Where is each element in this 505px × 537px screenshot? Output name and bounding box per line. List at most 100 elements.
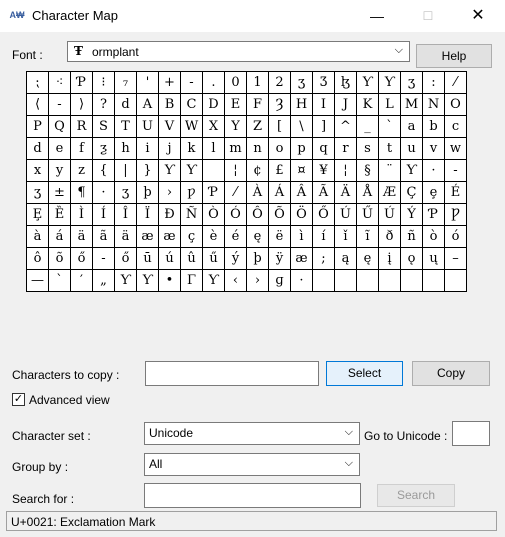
character-cell[interactable]: H — [291, 94, 313, 116]
character-cell[interactable] — [335, 270, 357, 292]
character-cell[interactable]: ⁄ — [445, 72, 467, 94]
character-cell[interactable]: ⟩ — [71, 94, 93, 116]
character-cell[interactable]: T — [115, 116, 137, 138]
character-cell[interactable]: Ȅ — [49, 204, 71, 226]
character-cell[interactable]: Ƴ — [115, 270, 137, 292]
character-cell[interactable]: J — [335, 94, 357, 116]
character-cell[interactable]: „ — [93, 270, 115, 292]
character-cell[interactable]: K — [357, 94, 379, 116]
character-cell[interactable]: ¦ — [335, 160, 357, 182]
character-cell[interactable]: ¦ — [225, 160, 247, 182]
character-cell[interactable]: Ƥ — [423, 204, 445, 226]
character-cell[interactable]: Ú — [379, 204, 401, 226]
character-cell[interactable]: Ô — [247, 204, 269, 226]
character-cell[interactable]: - — [181, 72, 203, 94]
character-cell[interactable]: Ó — [225, 204, 247, 226]
character-cell[interactable]: d — [115, 94, 137, 116]
character-cell[interactable] — [357, 270, 379, 292]
character-cell[interactable]: I — [313, 94, 335, 116]
character-cell[interactable] — [203, 160, 225, 182]
character-cell[interactable]: . — [203, 72, 225, 94]
character-cell[interactable]: æ — [291, 248, 313, 270]
character-cell[interactable]: n — [247, 138, 269, 160]
character-cell[interactable]: 2 — [269, 72, 291, 94]
character-cell[interactable]: ′ — [71, 270, 93, 292]
character-cell[interactable]: Ő — [313, 204, 335, 226]
character-grid[interactable]: ⁏ ⁖ Ƥ ⁝ ₇ ' + -. 0 1 2 ʒ Ʒɮ Ƴ Ƴʒ: ⁄ ⟨ - ⟩? d A B C D E F Ȝ H I J K L M N O… — [26, 71, 467, 292]
character-cell[interactable]: - — [93, 248, 115, 270]
character-cell[interactable]: \ — [291, 116, 313, 138]
character-cell[interactable]: ' — [137, 72, 159, 94]
character-cell[interactable]: ¨ — [379, 160, 401, 182]
character-cell[interactable]: ë — [269, 226, 291, 248]
character-cell[interactable]: ą — [335, 248, 357, 270]
character-cell[interactable]: ʒ — [291, 72, 313, 94]
character-cell[interactable]: Ƴ — [401, 160, 423, 182]
font-dropdown[interactable]: Ŧ ormplant ⌵ — [67, 41, 410, 62]
character-cell[interactable]: v — [423, 138, 445, 160]
character-cell[interactable]: ä — [71, 226, 93, 248]
character-set-dropdown[interactable]: Unicode ⌵ — [144, 422, 360, 445]
character-cell[interactable]: h — [115, 138, 137, 160]
character-cell[interactable]: W — [181, 116, 203, 138]
character-cell[interactable]: O — [445, 94, 467, 116]
character-cell[interactable]: D — [203, 94, 225, 116]
character-cell[interactable]: d — [27, 138, 49, 160]
character-cell[interactable]: - — [445, 160, 467, 182]
character-cell[interactable]: A — [137, 94, 159, 116]
character-cell[interactable]: B — [159, 94, 181, 116]
character-cell[interactable]: Ƿ — [445, 204, 467, 226]
character-cell[interactable]: q — [313, 138, 335, 160]
character-cell[interactable]: ő — [71, 248, 93, 270]
character-cell[interactable]: ƿ — [181, 182, 203, 204]
character-cell[interactable]: é — [225, 226, 247, 248]
character-cell[interactable]: p — [291, 138, 313, 160]
character-cell[interactable]: › — [159, 182, 181, 204]
character-cell[interactable]: É — [445, 182, 467, 204]
characters-to-copy-input[interactable] — [145, 361, 319, 386]
character-cell[interactable]: m — [225, 138, 247, 160]
character-cell[interactable]: a — [401, 116, 423, 138]
character-cell[interactable]: Ƴ — [357, 72, 379, 94]
character-cell[interactable]: ⁝ — [93, 72, 115, 94]
character-cell[interactable]: ¥ — [313, 160, 335, 182]
character-cell[interactable]: ų — [423, 248, 445, 270]
character-cell[interactable]: i — [137, 138, 159, 160]
character-cell[interactable]: z — [71, 160, 93, 182]
character-cell[interactable]: V — [159, 116, 181, 138]
character-cell[interactable]: Ȝ — [269, 94, 291, 116]
character-cell[interactable]: · — [423, 160, 445, 182]
search-button[interactable]: Search — [377, 484, 455, 507]
character-cell[interactable]: ¤ — [291, 160, 313, 182]
character-cell[interactable]: Ȩ — [27, 204, 49, 226]
character-cell[interactable]: ¶ — [71, 182, 93, 204]
character-cell[interactable]: Ƥ — [71, 72, 93, 94]
character-cell[interactable]: y — [49, 160, 71, 182]
character-cell[interactable]: ⁄ — [225, 182, 247, 204]
character-cell[interactable]: ä — [115, 226, 137, 248]
character-cell[interactable]: ʒ — [27, 182, 49, 204]
character-cell[interactable]: { — [93, 160, 115, 182]
character-cell[interactable]: ` — [49, 270, 71, 292]
character-cell[interactable]: æ — [137, 226, 159, 248]
minimize-button[interactable]: — — [354, 0, 400, 32]
character-cell[interactable]: j — [159, 138, 181, 160]
character-cell[interactable]: F — [247, 94, 269, 116]
character-cell[interactable]: X — [203, 116, 225, 138]
character-cell[interactable]: Ƴ — [181, 160, 203, 182]
character-cell[interactable]: į — [379, 248, 401, 270]
character-cell[interactable]: ; — [313, 248, 335, 270]
character-cell[interactable]: 1 — [247, 72, 269, 94]
character-cell[interactable]: N — [423, 94, 445, 116]
character-cell[interactable]: U — [137, 116, 159, 138]
select-button[interactable]: Select — [326, 361, 403, 386]
character-cell[interactable]: Ƴ — [159, 160, 181, 182]
character-cell[interactable]: Ý — [401, 204, 423, 226]
character-cell[interactable]: ⁏ — [27, 72, 49, 94]
character-cell[interactable]: ò — [423, 226, 445, 248]
character-cell[interactable]: | — [115, 160, 137, 182]
character-cell[interactable]: — — [27, 270, 49, 292]
character-cell[interactable]: Z — [247, 116, 269, 138]
character-cell[interactable]: l — [203, 138, 225, 160]
character-cell[interactable]: Ƴ — [137, 270, 159, 292]
